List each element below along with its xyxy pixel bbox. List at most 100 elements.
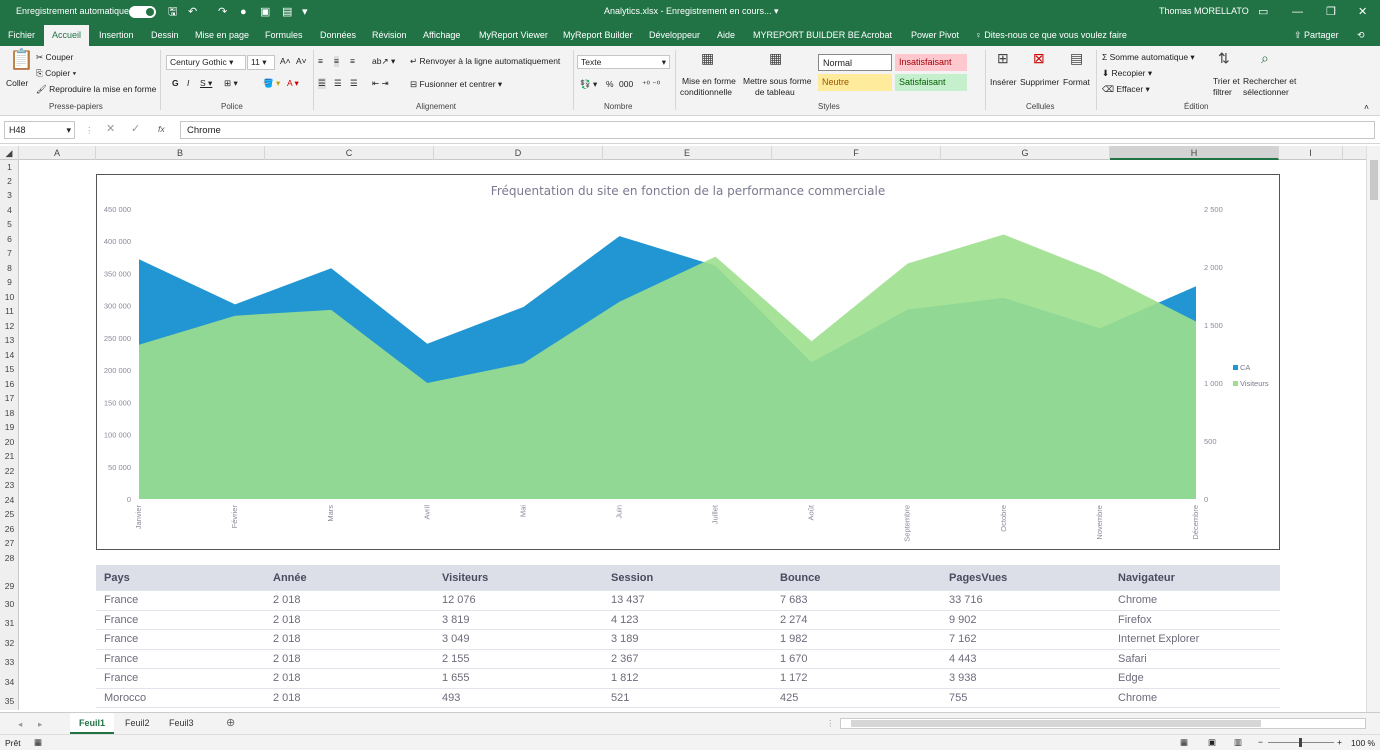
autosave-toggle[interactable] [129, 6, 156, 18]
table-cell[interactable]: Internet Explorer [1110, 630, 1199, 649]
sort-filter-icon[interactable]: ⇅ [1218, 50, 1230, 66]
column-header-selected[interactable]: H [1110, 146, 1279, 160]
macro-record-icon[interactable]: ▦ [34, 737, 42, 748]
row-header[interactable]: 2 [0, 174, 19, 188]
table-cell[interactable]: France [96, 630, 138, 649]
table-cell[interactable]: Chrome [1110, 591, 1157, 610]
table-cell[interactable]: 33 716 [941, 591, 983, 610]
row-header[interactable]: 20 [0, 435, 19, 449]
row-header[interactable]: 9 [0, 275, 19, 289]
italic-icon[interactable]: I [187, 78, 189, 89]
conditional-format-icon[interactable]: ▦ [701, 50, 714, 66]
clear-button[interactable]: ⌫ Effacer ▾ [1102, 84, 1150, 95]
table-cell[interactable]: 2 155 [434, 650, 470, 669]
autosum-button[interactable]: Σ Somme automatique ▾ [1102, 52, 1195, 63]
row-header[interactable]: 34 [0, 675, 19, 689]
column-header[interactable]: C [265, 146, 434, 160]
delete-cells-icon[interactable]: ⊠ [1033, 50, 1045, 66]
page-layout-view-icon[interactable]: ▣ [1208, 737, 1216, 748]
font-size-dropdown[interactable]: 11 ▾ [247, 55, 275, 70]
table-cell[interactable]: 7 683 [772, 591, 808, 610]
find-select-label1[interactable]: Rechercher et [1243, 76, 1296, 87]
tab-revision[interactable]: Révision [372, 30, 407, 40]
format-painter-button[interactable]: 🖌 Reproduire la mise en forme [36, 84, 156, 95]
cut-button[interactable]: ✂ Couper [36, 52, 73, 63]
tab-myreport-builder[interactable]: MyReport Builder [563, 30, 633, 40]
row-header[interactable]: 22 [0, 464, 19, 478]
table-cell[interactable]: 1 812 [603, 669, 639, 688]
row-header[interactable]: 17 [0, 391, 19, 405]
orientation-icon[interactable]: ab↗ ▾ [372, 56, 395, 67]
sheet-tab-feuil3[interactable]: Feuil3 [160, 713, 203, 734]
column-header[interactable]: E [603, 146, 772, 160]
format-cells-label[interactable]: Format [1063, 77, 1090, 88]
formula-input[interactable]: Chrome [180, 121, 1375, 139]
table-cell[interactable]: 755 [941, 689, 967, 708]
zoom-out-icon[interactable]: − [1258, 737, 1263, 748]
merge-center-button[interactable]: ⊟ Fusionner et centrer ▾ [410, 79, 502, 90]
table-cell[interactable]: 2 018 [265, 630, 301, 649]
table-cell[interactable]: Safari [1110, 650, 1147, 669]
paste-label[interactable]: Coller [6, 78, 28, 89]
row-header[interactable]: 23 [0, 478, 19, 492]
form-icon[interactable]: ▤ [282, 5, 292, 19]
sort-filter-label2[interactable]: filtrer [1213, 87, 1232, 98]
insert-cells-icon[interactable]: ⊞ [997, 50, 1009, 66]
sort-filter-label1[interactable]: Trier et [1213, 76, 1240, 87]
next-sheet-icon[interactable]: ▸ [38, 719, 42, 730]
table-cell[interactable]: 3 938 [941, 669, 977, 688]
tab-myreport-builder-be[interactable]: MYREPORT BUILDER BE [753, 30, 860, 40]
history-icon[interactable]: ⟲ [1357, 30, 1365, 41]
style-neutre[interactable]: Neutre [818, 74, 892, 91]
paste-icon[interactable]: 📋 [9, 50, 34, 70]
align-middle-icon[interactable]: ≡ [334, 56, 339, 67]
font-color-icon[interactable]: A ▾ [287, 78, 299, 89]
row-header[interactable]: 4 [0, 203, 19, 217]
number-format-dropdown[interactable]: Texte ▾ [577, 55, 670, 69]
row-header[interactable]: 14 [0, 348, 19, 362]
align-center-icon[interactable]: ☰ [334, 78, 342, 89]
underline-icon[interactable]: S ▾ [200, 78, 212, 89]
page-break-view-icon[interactable]: ▥ [1234, 737, 1242, 748]
row-header[interactable]: 28 [0, 551, 19, 565]
maximize-icon[interactable]: ❐ [1326, 5, 1336, 19]
sheet-tab-feuil1[interactable]: Feuil1 [70, 713, 115, 734]
decimal-icons[interactable]: ⁺⁰ ⁻⁰ [642, 79, 660, 90]
table-cell[interactable]: 12 076 [434, 591, 476, 610]
sheet-tab-feuil2[interactable]: Feuil2 [116, 713, 159, 734]
tab-fichier[interactable]: Fichier [8, 30, 35, 40]
row-header[interactable]: 33 [0, 655, 19, 669]
table-cell[interactable]: 2 018 [265, 591, 301, 610]
table-cell[interactable]: 13 437 [603, 591, 645, 610]
table-cell[interactable]: 1 670 [772, 650, 808, 669]
conditional-format-label2[interactable]: conditionnelle [680, 87, 732, 98]
row-header[interactable]: 25 [0, 507, 19, 521]
tab-myreport-viewer[interactable]: MyReport Viewer [479, 30, 548, 40]
row-header[interactable]: 18 [0, 406, 19, 420]
row-header[interactable]: 11 [0, 304, 19, 318]
table-cell[interactable]: 3 189 [603, 630, 639, 649]
align-right-icon[interactable]: ☰ [350, 78, 358, 89]
tab-power-pivot[interactable]: Power Pivot [911, 30, 959, 40]
table-cell[interactable]: France [96, 669, 138, 688]
align-top-icon[interactable]: ≡ [318, 56, 323, 67]
table-cell[interactable]: 1 655 [434, 669, 470, 688]
font-name-dropdown[interactable]: Century Gothic ▾ [166, 55, 246, 70]
sheet-split-handle-icon[interactable]: ⋮ [826, 718, 835, 729]
area-chart[interactable]: Fréquentation du site en fonction de la … [96, 174, 1280, 550]
table-header-cell[interactable]: Session [603, 565, 653, 591]
table-cell[interactable]: Firefox [1110, 611, 1152, 630]
column-header[interactable]: D [434, 146, 603, 160]
indent-icons[interactable]: ⇤ ⇥ [372, 78, 389, 89]
row-header[interactable]: 1 [0, 160, 19, 174]
format-cells-icon[interactable]: ▤ [1070, 50, 1083, 66]
table-cell[interactable]: 2 018 [265, 689, 301, 708]
format-table-icon[interactable]: ▦ [769, 50, 782, 66]
row-header[interactable]: 10 [0, 290, 19, 304]
style-satisfaisant[interactable]: Satisfaisant [895, 74, 967, 91]
name-box[interactable]: H48 ▾ [4, 121, 75, 139]
table-cell[interactable]: 7 162 [941, 630, 977, 649]
table-cell[interactable]: France [96, 611, 138, 630]
table-header-cell[interactable]: PagesVues [941, 565, 1007, 591]
row-header[interactable]: 27 [0, 536, 19, 550]
